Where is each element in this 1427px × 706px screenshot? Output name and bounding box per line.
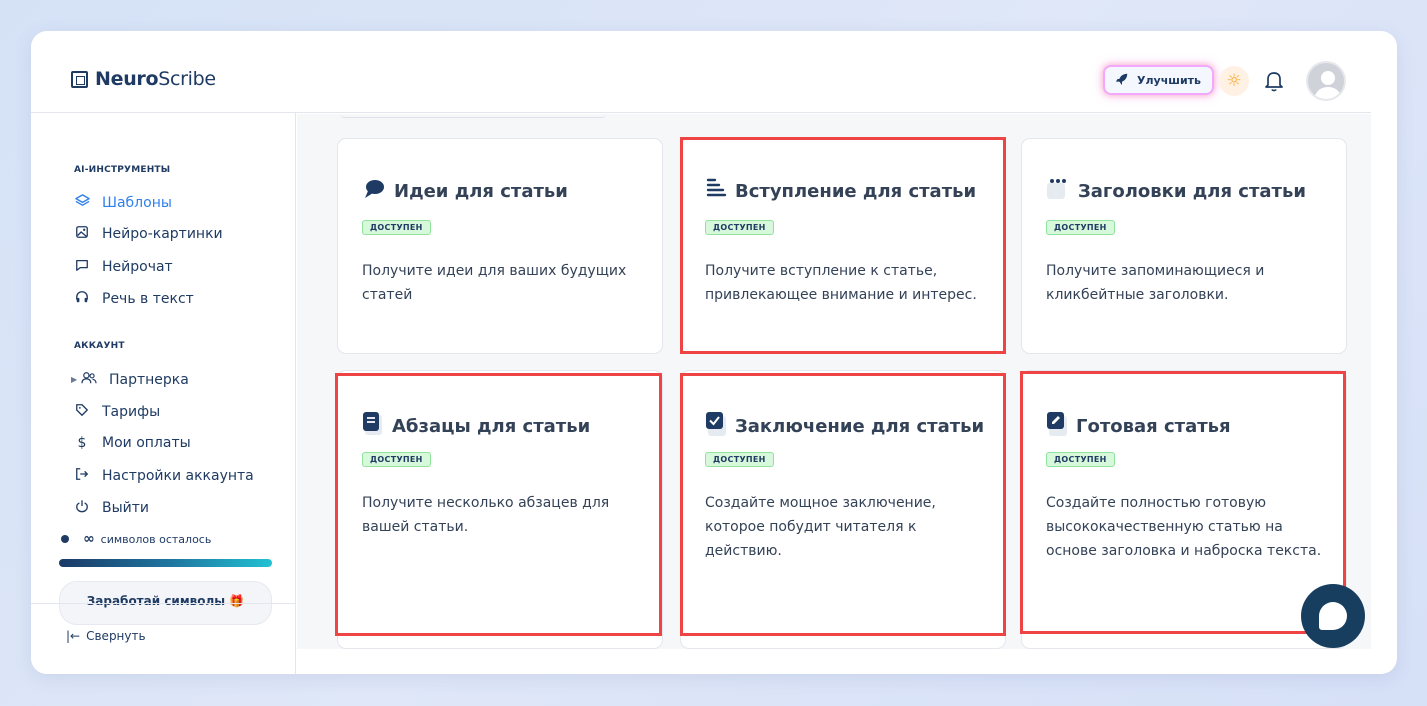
card-description: Получите несколько абзацев для вашей ста…: [362, 495, 610, 535]
sidebar-item-account-settings[interactable]: Настройки аккаунта: [74, 467, 254, 485]
card-description: Создайте полностью готовую высококачеств…: [1046, 495, 1322, 559]
logo-regular: Scribe: [158, 68, 216, 90]
bell-icon: [1265, 72, 1283, 92]
notifications-button[interactable]: [1263, 69, 1285, 93]
sidebar: AI-ИНСТРУМЕНТЫ Шаблоны Нейро-картинки Не…: [31, 113, 296, 674]
template-card-paragraphs[interactable]: Абзацы для статьи ДОСТУПЕН Получите неск…: [337, 370, 663, 649]
template-card-ideas[interactable]: Идеи для статьи ДОСТУПЕН Получите идеи д…: [337, 138, 663, 354]
tag-icon: [74, 403, 90, 421]
sidebar-item-label: Мои оплаты: [102, 435, 191, 451]
collapse-button[interactable]: |← Свернуть: [66, 629, 146, 643]
card-title: Идеи для статьи: [394, 181, 568, 202]
section-title-account: АККАУНТ: [74, 341, 125, 351]
layers-icon: [74, 193, 90, 212]
card-description: Получите вступление к статье, привлекающ…: [705, 263, 977, 303]
users-icon: [81, 371, 97, 389]
app-window: NeuroScribe Улучшить ☼ AI-ИНСТРУМЕНТЫ Ша…: [31, 31, 1397, 674]
collapse-label: Свернуть: [86, 629, 146, 643]
sidebar-item-label: Настройки аккаунта: [102, 468, 254, 484]
card-title: Абзацы для статьи: [392, 416, 591, 437]
book-icon: [362, 411, 384, 442]
sidebar-item-templates[interactable]: Шаблоны: [74, 193, 172, 212]
chat-widget-button[interactable]: [1301, 584, 1365, 648]
image-icon: [74, 225, 90, 243]
avatar[interactable]: [1306, 61, 1346, 101]
sidebar-item-tariffs[interactable]: Тарифы: [74, 403, 160, 421]
sidebar-item-label: Партнерка: [109, 372, 189, 388]
section-title-ai: AI-ИНСТРУМЕНТЫ: [74, 165, 171, 175]
status-badge: ДОСТУПЕН: [362, 452, 431, 467]
sidebar-item-neurochat[interactable]: Нейрочат: [74, 258, 173, 276]
template-card-headlines[interactable]: Заголовки для статьи ДОСТУПЕН Получите з…: [1021, 138, 1347, 354]
sun-icon: ☼: [1226, 71, 1242, 91]
sidebar-item-label: Шаблоны: [102, 194, 172, 211]
theme-toggle-button[interactable]: ☼: [1219, 66, 1249, 96]
scroll-top-divider: [340, 114, 606, 118]
dots-icon: [1046, 177, 1070, 206]
logo[interactable]: NeuroScribe: [71, 68, 216, 90]
expand-caret-icon[interactable]: ▶: [71, 375, 77, 384]
card-title: Заголовки для статьи: [1078, 181, 1306, 202]
status-badge: ДОСТУПЕН: [705, 220, 774, 235]
sidebar-item-speech-to-text[interactable]: Речь в текст: [74, 290, 194, 308]
sidebar-item-label: Нейро-картинки: [102, 226, 223, 242]
credits-text: символов осталось: [100, 532, 212, 546]
chat-icon: [74, 258, 90, 276]
credits-progress-bar: [59, 559, 272, 567]
sidebar-item-neuro-images[interactable]: Нейро-картинки: [74, 225, 223, 243]
lines-icon: [705, 177, 727, 206]
power-icon: [74, 499, 90, 517]
collapse-icon: |←: [66, 629, 81, 643]
credits-symbol: ∞: [83, 531, 95, 547]
card-description: Получите запоминающиеся и кликбейтные за…: [1046, 263, 1265, 303]
template-card-full-article[interactable]: Готовая статья ДОСТУПЕН Создайте полност…: [1021, 370, 1347, 649]
card-title: Заключение для статьи: [735, 416, 985, 437]
status-dot: [61, 535, 69, 543]
status-badge: ДОСТУПЕН: [1046, 452, 1115, 467]
logo-bold: Neuro: [95, 68, 159, 90]
card-description: Получите идеи для ваших будущих статей: [362, 263, 627, 303]
template-card-conclusion[interactable]: Заключение для статьи ДОСТУПЕН Создайте …: [680, 370, 1006, 649]
card-title: Вступление для статьи: [735, 181, 977, 202]
status-badge: ДОСТУПЕН: [1046, 220, 1115, 235]
credits-indicator: ∞ символов осталось: [61, 531, 211, 547]
pencil-icon: [1046, 411, 1068, 442]
logout-arrow-icon: [74, 467, 90, 485]
headphones-icon: [74, 290, 90, 308]
template-card-intro[interactable]: Вступление для статьи ДОСТУПЕН Получите …: [680, 138, 1006, 354]
sidebar-item-label: Выйти: [102, 500, 150, 516]
sidebar-item-label: Нейрочат: [102, 259, 173, 275]
status-badge: ДОСТУПЕН: [705, 452, 774, 467]
rocket-icon: [1115, 72, 1129, 89]
card-description: Создайте мощное заключение, которое побу…: [705, 495, 936, 559]
status-badge: ДОСТУПЕН: [362, 220, 431, 235]
sidebar-item-partner[interactable]: Партнерка: [81, 371, 189, 389]
upgrade-button[interactable]: Улучшить: [1103, 65, 1214, 95]
logo-icon: [71, 70, 88, 88]
main-content: Идеи для статьи ДОСТУПЕН Получите идеи д…: [297, 114, 1371, 649]
sidebar-item-payments[interactable]: $ Мои оплаты: [74, 435, 191, 451]
card-title: Готовая статья: [1076, 416, 1231, 437]
user-avatar-icon: [1314, 71, 1342, 99]
header: NeuroScribe Улучшить ☼: [31, 31, 1371, 113]
upgrade-label: Улучшить: [1137, 73, 1201, 87]
sidebar-item-label: Тарифы: [102, 404, 161, 420]
sidebar-item-label: Речь в текст: [102, 291, 194, 307]
speech-bubble-icon: [362, 177, 386, 206]
dollar-icon: $: [77, 435, 87, 451]
checkbox-icon: [705, 411, 727, 442]
sidebar-item-logout[interactable]: Выйти: [74, 499, 149, 517]
